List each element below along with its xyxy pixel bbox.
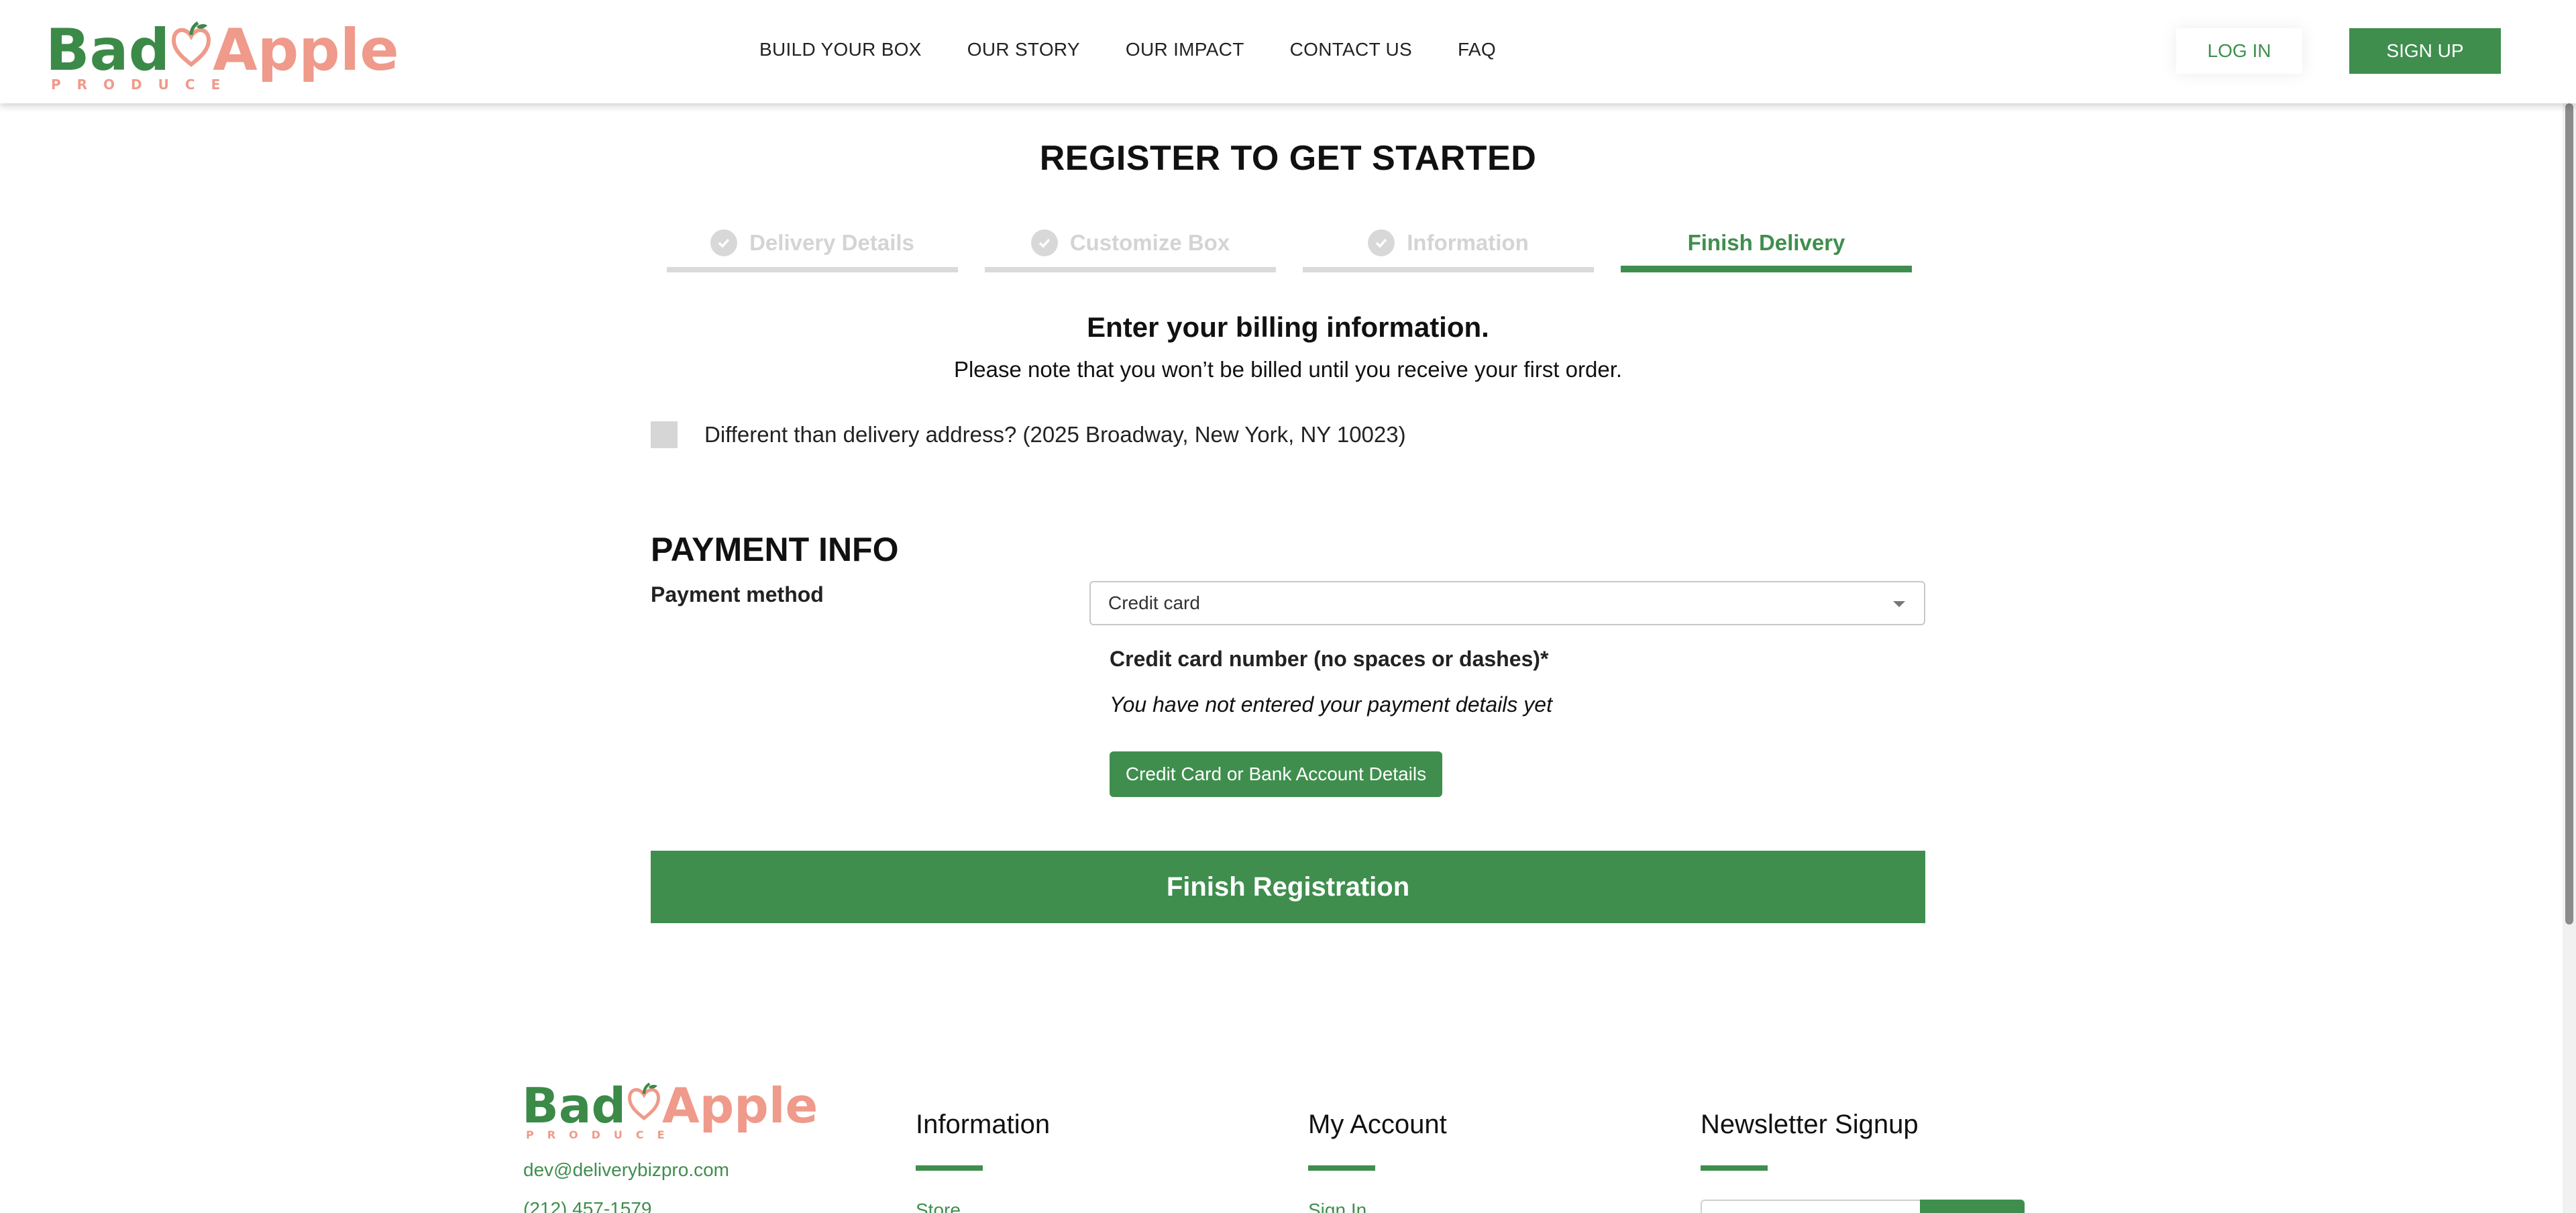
step-progress-bar (985, 267, 1276, 272)
footer-title-underline (1701, 1165, 1768, 1171)
finish-registration-button[interactable]: Finish Registration (651, 851, 1925, 923)
footer-logo[interactable]: Bad Apple PRODUCE (522, 1082, 818, 1141)
login-button[interactable]: LOG IN (2176, 28, 2302, 74)
payment-method-value: Credit card (1108, 592, 1200, 613)
different-address-row: Different than delivery address? (2025 B… (651, 421, 1406, 448)
step-progress-bar (1621, 266, 1912, 272)
footer-column-title: Information (916, 1110, 1051, 1139)
site-header: Bad Apple PRODUCE BUILD YOUR BOX OUR STO… (0, 0, 2576, 103)
step-information[interactable]: Information (1303, 227, 1594, 272)
footer-column-title: My Account (1308, 1110, 1447, 1139)
footer-column-information: Information Store (916, 1110, 1051, 1213)
footer-link-sign-in[interactable]: Sign In (1308, 1200, 1366, 1213)
page-scrollbar[interactable] (2563, 103, 2576, 1213)
logo-text-apple: Apple (662, 1077, 818, 1134)
step-label: Delivery Details (749, 230, 914, 255)
footer-column-my-account: My Account Sign In (1308, 1110, 1447, 1213)
chevron-down-icon (1893, 601, 1905, 607)
footer-phone-link[interactable]: (212) 457-1579 (523, 1198, 651, 1213)
footer-email-link[interactable]: dev@deliverybizpro.com (523, 1159, 729, 1181)
scrollbar-thumb[interactable] (2565, 103, 2573, 925)
check-circle-icon (710, 229, 738, 256)
footer-column-title: Newsletter Signup (1701, 1110, 1919, 1139)
registration-steps: Delivery Details Customize Box Informati… (667, 227, 1912, 272)
payment-method-label: Payment method (651, 582, 824, 606)
logo-wordmark: Bad Apple (522, 1082, 818, 1130)
billing-note: Please note that you won’t be billed unt… (953, 357, 1623, 382)
step-finish-delivery[interactable]: Finish Delivery (1621, 227, 1912, 272)
different-address-checkbox[interactable] (651, 421, 678, 448)
step-customize-box[interactable]: Customize Box (985, 227, 1276, 272)
step-label: Customize Box (1069, 230, 1230, 255)
footer-link-store[interactable]: Store (916, 1200, 961, 1213)
cc-status-text: You have not entered your payment detail… (1110, 692, 1552, 717)
nav-build-your-box[interactable]: BUILD YOUR BOX (759, 39, 922, 60)
apple-heart-icon (626, 1082, 662, 1130)
nav-faq[interactable]: FAQ (1458, 39, 1496, 60)
nav-our-impact[interactable]: OUR IMPACT (1126, 39, 1244, 60)
newsletter-submit-button[interactable] (1920, 1200, 2025, 1213)
cc-number-label: Credit card number (no spaces or dashes)… (1110, 647, 1549, 671)
step-label: Finish Delivery (1687, 230, 1845, 255)
step-progress-bar (1303, 267, 1594, 272)
payment-info-heading: PAYMENT INFO (651, 531, 899, 568)
payment-method-select[interactable]: Credit card (1089, 581, 1925, 625)
brand-logo[interactable]: Bad Apple PRODUCE (46, 20, 399, 93)
step-delivery-details[interactable]: Delivery Details (667, 227, 958, 272)
logo-tagline: PRODUCE (526, 1128, 678, 1141)
newsletter-email-input[interactable] (1701, 1200, 1922, 1213)
apple-heart-icon (170, 20, 213, 79)
logo-wordmark: Bad Apple (46, 20, 399, 79)
check-circle-icon (1030, 229, 1058, 256)
payment-details-button[interactable]: Credit Card or Bank Account Details (1110, 751, 1442, 797)
nav-our-story[interactable]: OUR STORY (967, 39, 1080, 60)
check-circle-icon (1368, 229, 1395, 256)
signup-button[interactable]: SIGN UP (2349, 28, 2501, 74)
different-address-label[interactable]: Different than delivery address? (2025 B… (704, 422, 1406, 447)
footer-title-underline (1308, 1165, 1375, 1171)
logo-text-apple: Apple (213, 17, 399, 84)
step-label: Information (1407, 230, 1529, 255)
page-title: REGISTER TO GET STARTED (1039, 139, 1537, 178)
logo-text-bad: Bad (46, 17, 170, 84)
footer-column-newsletter: Newsletter Signup (1701, 1110, 1919, 1171)
logo-text-bad: Bad (522, 1077, 627, 1134)
step-progress-bar (667, 267, 958, 272)
main-nav: BUILD YOUR BOX OUR STORY OUR IMPACT CONT… (759, 39, 1496, 60)
footer-title-underline (916, 1165, 983, 1171)
billing-heading: Enter your billing information. (1087, 311, 1489, 343)
nav-contact-us[interactable]: CONTACT US (1290, 39, 1412, 60)
logo-tagline: PRODUCE (51, 76, 237, 93)
